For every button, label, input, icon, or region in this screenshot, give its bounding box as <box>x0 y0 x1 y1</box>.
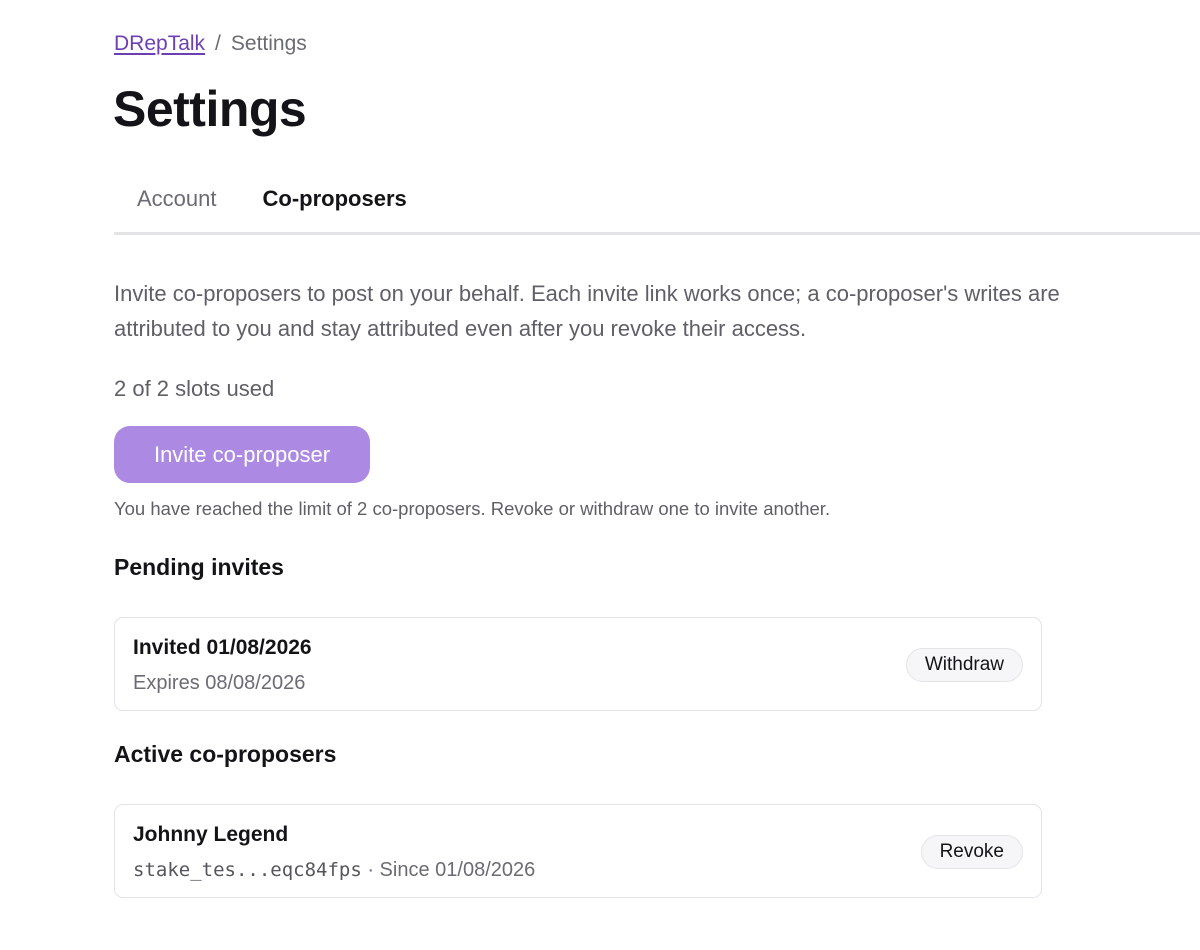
invite-expiry: Expires 08/08/2026 <box>133 672 306 694</box>
slots-used-text: 2 of 2 slots used <box>114 376 275 401</box>
breadcrumb-separator: / <box>215 32 221 55</box>
settings-tabs: Account Co-proposers <box>114 172 1200 235</box>
settings-page: DRepTalk / Settings Settings Account Co-… <box>0 0 1200 950</box>
pending-invites-heading: Pending invites <box>114 554 284 580</box>
active-co-proposer-card: Johnny Legend stake_tes...eqc84fps · Sin… <box>114 804 1042 898</box>
co-proposer-details: stake_tes...eqc84fps · Since 01/08/2026 <box>133 859 535 882</box>
revoke-button[interactable]: Revoke <box>920 835 1023 869</box>
invite-date: Invited 01/08/2026 <box>133 636 312 659</box>
tab-account[interactable]: Account <box>114 172 240 230</box>
breadcrumb-current: Settings <box>230 32 307 55</box>
active-co-proposers-heading: Active co-proposers <box>114 741 337 767</box>
breadcrumb: DRepTalk / Settings <box>114 32 307 56</box>
invite-co-proposer-button[interactable]: Invite co-proposer <box>114 426 370 483</box>
pending-invite-card: Invited 01/08/2026 Expires 08/08/2026 Wi… <box>114 617 1042 711</box>
page-title: Settings <box>113 81 307 137</box>
stake-address: stake_tes...eqc84fps <box>133 859 362 881</box>
co-proposers-description: Invite co-proposers to post on your beha… <box>114 281 1060 341</box>
withdraw-button[interactable]: Withdraw <box>905 648 1023 682</box>
co-proposer-name: Johnny Legend <box>133 823 289 846</box>
limit-note: You have reached the limit of 2 co-propo… <box>114 498 831 519</box>
breadcrumb-home-link[interactable]: DRepTalk <box>114 32 205 56</box>
tab-co-proposers[interactable]: Co-proposers <box>240 172 430 230</box>
since-date: · Since 01/08/2026 <box>367 859 536 881</box>
